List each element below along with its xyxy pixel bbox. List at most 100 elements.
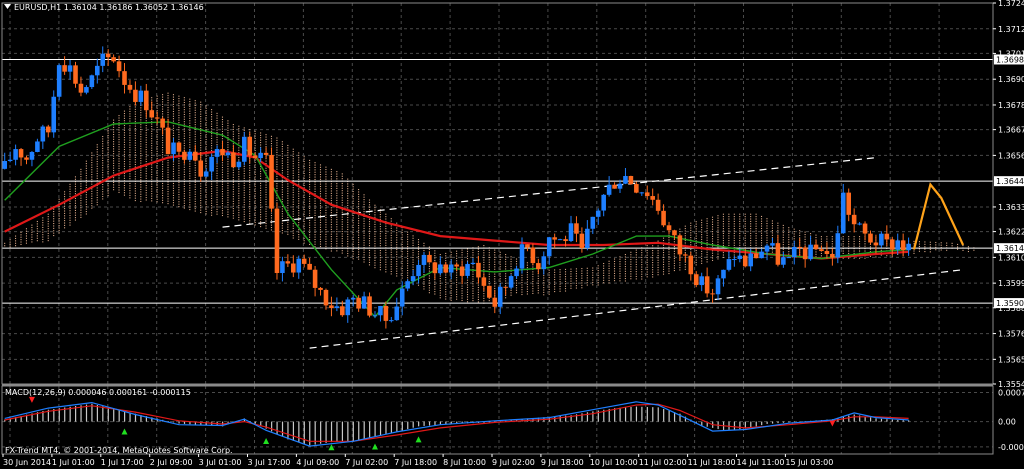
cloud-dot (42, 219, 44, 221)
cloud-dot (200, 192, 202, 194)
cloud-dot (336, 190, 338, 192)
cloud-dot (319, 183, 322, 185)
cloud-dot (417, 255, 420, 257)
cloud-dot (706, 222, 708, 225)
cloud-dot (243, 194, 245, 196)
cloud-dot (379, 228, 381, 230)
cloud-dot (129, 161, 131, 163)
cloud-dot (249, 198, 251, 200)
cloud-dot (401, 253, 403, 255)
cloud-dot (58, 220, 60, 222)
cloud-dot (412, 266, 414, 268)
cloud-dot (864, 245, 866, 247)
cloud-dot (445, 252, 447, 254)
cloud-dot (750, 223, 752, 225)
cloud-dot (352, 200, 354, 202)
cloud-dot (151, 130, 153, 132)
candle-body (693, 274, 699, 286)
cloud-dot (554, 276, 556, 278)
cloud-dot (156, 182, 158, 184)
cloud-dot (102, 157, 104, 159)
cloud-dot (363, 230, 365, 232)
cloud-dot (733, 230, 735, 232)
cloud-dot (820, 240, 822, 242)
cloud-dot (319, 200, 322, 202)
cloud-dot (221, 116, 224, 118)
cloud-dot (668, 263, 670, 265)
cloud-dot (91, 157, 93, 159)
cloud-dot (205, 155, 207, 157)
cloud-dot (162, 173, 164, 175)
cloud-dot (178, 191, 180, 193)
cloud-dot (472, 285, 474, 287)
cloud-dot (330, 173, 332, 175)
candle-body (557, 239, 563, 241)
cloud-dot (238, 176, 240, 178)
cloud-dot (635, 254, 637, 256)
cloud-dot (183, 99, 185, 101)
cloud-dot (722, 237, 724, 239)
cloud-dot (91, 178, 93, 180)
cloud-dot (216, 177, 218, 179)
cloud-dot (624, 278, 626, 280)
cloud-dot (102, 186, 104, 188)
trading-chart[interactable]: 1.372401.371251.370151.369001.367851.366… (0, 0, 1024, 469)
cloud-dot (314, 188, 316, 190)
cloud-dot (842, 252, 844, 254)
cloud-dot (189, 110, 191, 112)
cloud-dot (74, 209, 77, 212)
cloud-dot (396, 270, 398, 272)
cloud-dot (532, 280, 534, 282)
cloud-dot (211, 135, 213, 137)
cloud-dot (613, 268, 616, 270)
cloud-dot (118, 160, 120, 162)
macd-histogram-bar (385, 421, 387, 435)
cloud-dot (200, 207, 202, 209)
cloud-dot (211, 193, 213, 195)
cloud-dot (232, 133, 234, 135)
cloud-dot (151, 193, 153, 195)
cloud-dot (85, 172, 87, 174)
cloud-dot (172, 134, 175, 137)
cloud-dot (521, 286, 523, 288)
cloud-dot (211, 140, 213, 142)
cloud-dot (652, 274, 654, 276)
cloud-dot (766, 227, 768, 229)
cloud-dot (172, 178, 175, 180)
cloud-dot (483, 269, 485, 271)
cloud-dot (287, 192, 289, 195)
cloud-dot (140, 172, 142, 174)
cloud-dot (739, 230, 741, 232)
cloud-dot (385, 252, 387, 254)
macd-histogram-bar (396, 421, 398, 432)
cloud-dot (162, 98, 164, 101)
cloud-dot (74, 193, 77, 195)
cloud-dot (178, 122, 180, 124)
cloud-dot (211, 188, 213, 190)
cloud-dot (281, 196, 283, 198)
cloud-dot (156, 191, 158, 193)
cloud-dot (428, 277, 430, 279)
cloud-dot (162, 166, 164, 168)
cloud-dot (107, 132, 109, 134)
cloud-dot (194, 179, 196, 181)
cloud-dot (668, 248, 670, 251)
cloud-dot (368, 233, 371, 235)
cloud-dot (466, 284, 469, 286)
cloud-dot (646, 245, 648, 247)
cloud-dot (352, 241, 354, 243)
cloud-dot (662, 261, 665, 263)
cloud-dot (249, 205, 251, 207)
cloud-dot (771, 227, 773, 229)
cloud-dot (85, 208, 87, 210)
cloud-dot (848, 252, 850, 254)
cloud-dot (319, 214, 322, 216)
cloud-dot (96, 189, 98, 191)
cloud-dot (510, 256, 512, 258)
cloud-dot (744, 223, 746, 225)
cloud-dot (635, 266, 637, 268)
cloud-dot (189, 182, 191, 184)
cloud-dot (9, 241, 11, 243)
macd-histogram-bar (777, 421, 779, 424)
cloud-dot (276, 151, 278, 153)
